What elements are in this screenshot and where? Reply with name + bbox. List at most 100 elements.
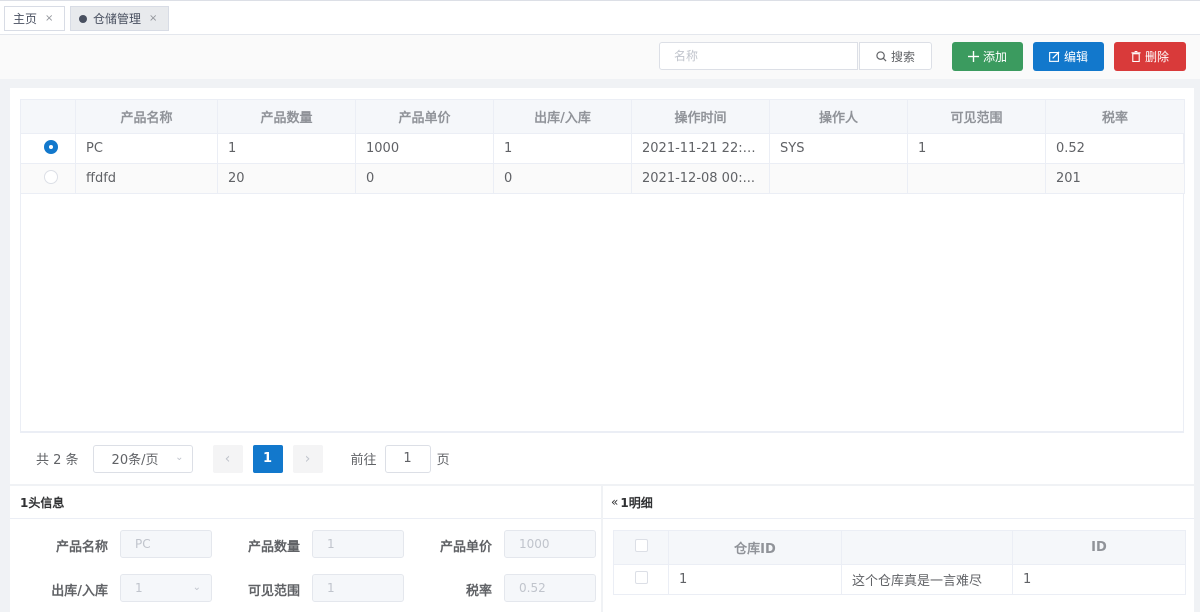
io-select[interactable]: 1 ⌄ <box>120 574 212 602</box>
next-page-button[interactable]: › <box>292 444 323 473</box>
collapse-icon[interactable]: « <box>611 495 618 509</box>
table-row[interactable]: PC 1 1000 1 2021-11-21 22:4... SYS 1 0.5… <box>20 133 1185 164</box>
panel-title: 1头信息 <box>10 486 601 519</box>
goto-page-input[interactable]: 1 <box>384 444 431 473</box>
search-button-label: 搜索 <box>890 49 915 64</box>
table-row[interactable]: 1 这个仓库真是一言难尽 1 <box>613 564 1186 595</box>
table-cell: 1 <box>668 564 842 595</box>
main-panel: 产品名称 产品数量 产品单价 出库/入库 操作时间 操作人 可见范围 税率 PC… <box>10 88 1194 484</box>
search-button[interactable]: 搜索 <box>859 42 932 70</box>
column-header[interactable]: 产品单价 <box>355 99 494 134</box>
column-header[interactable]: 操作人 <box>769 99 908 134</box>
row-select-cell[interactable] <box>20 133 76 164</box>
table-cell: 1 <box>1012 564 1186 595</box>
tab-home[interactable]: 主页 × <box>4 6 65 31</box>
column-header[interactable]: 产品名称 <box>75 99 218 134</box>
column-header[interactable]: 税率 <box>1045 99 1185 134</box>
add-button-label: 添加 <box>982 50 1007 64</box>
detail-panel-header: « 1明细 <box>603 486 1194 519</box>
delete-button[interactable]: 删除 <box>1114 42 1186 71</box>
table-cell: PC <box>75 133 218 164</box>
page-number-current[interactable]: 1 <box>252 444 283 473</box>
select-all-cell[interactable] <box>613 530 669 565</box>
field-label: 产品单价 <box>439 540 492 555</box>
prev-page-button[interactable]: ‹ <box>212 444 243 473</box>
field-label: 税率 <box>465 584 492 599</box>
pagination-total: 共 2 条 <box>36 453 79 468</box>
row-select-cell[interactable] <box>20 163 76 194</box>
search-icon <box>876 50 887 62</box>
column-header[interactable]: ID <box>1012 530 1186 565</box>
tab-warehouse-label: 仓储管理 <box>93 12 142 26</box>
column-header[interactable]: 操作时间 <box>631 99 770 134</box>
table-cell: 1 <box>907 133 1046 164</box>
chevron-right-icon: › <box>304 450 311 467</box>
tax-field[interactable]: 0.52 <box>504 574 596 602</box>
field-label: 可见范围 <box>247 584 300 599</box>
column-header[interactable]: 出库/入库 <box>493 99 632 134</box>
head-info-panel: 1头信息 产品名称 PC 产品数量 1 产品单价 1000 出库/入库 1 ⌄ … <box>10 486 601 612</box>
select-column-header <box>20 99 76 134</box>
pagination: 共 2 条 20条/页 ⌄ ‹ 1 › 前往 1 页 <box>20 432 1184 484</box>
table-cell: SYS <box>769 133 908 164</box>
edit-button-label: 编辑 <box>1063 50 1088 64</box>
table-cell: 1 <box>493 133 632 164</box>
tab-warehouse[interactable]: 仓储管理 × <box>70 6 169 31</box>
product-qty-field[interactable]: 1 <box>312 530 404 558</box>
trash-icon <box>1131 51 1141 62</box>
column-header[interactable]: 可见范围 <box>907 99 1046 134</box>
edit-icon <box>1049 51 1060 62</box>
panel-title: 1明细 <box>620 495 653 510</box>
column-header[interactable] <box>841 530 1013 565</box>
chevron-left-icon: ‹ <box>224 450 231 467</box>
toolbar: 名称 搜索 添加 编辑 删除 <box>0 35 1200 79</box>
add-button[interactable]: 添加 <box>952 42 1023 71</box>
table-cell: ffdfd <box>75 163 218 194</box>
table-cell: 1 <box>217 133 356 164</box>
detail-table: 仓库ID ID 1 这个仓库真是一言难尽 1 <box>613 530 1186 595</box>
active-dot-icon <box>79 14 87 23</box>
product-name-field[interactable]: PC <box>120 530 212 558</box>
field-label: 出库/入库 <box>51 584 108 599</box>
radio-unselected[interactable] <box>43 169 58 184</box>
column-header[interactable]: 仓库ID <box>668 530 842 565</box>
plus-icon <box>967 51 979 62</box>
column-header[interactable]: 产品数量 <box>217 99 356 134</box>
table-cell <box>907 163 1046 194</box>
checkbox[interactable] <box>634 539 648 552</box>
page-size-value: 20条/页 <box>111 453 159 468</box>
table-header-row: 仓库ID ID <box>613 530 1186 565</box>
chevron-down-icon: ⌄ <box>192 582 201 593</box>
goto-label: 前往 <box>350 453 377 468</box>
table-cell: 2021-12-08 00:... <box>631 163 770 194</box>
chevron-down-icon: ⌄ <box>175 451 184 463</box>
table-cell: 1000 <box>355 133 494 164</box>
table-cell: 0 <box>493 163 632 194</box>
tab-home-label: 主页 <box>13 12 38 26</box>
table-cell: 0.52 <box>1045 133 1185 164</box>
table-cell: 2021-11-21 22:4... <box>631 133 770 164</box>
radio-selected[interactable] <box>43 139 58 154</box>
field-label: 产品数量 <box>247 540 300 555</box>
page-suffix-label: 页 <box>436 453 450 468</box>
page-size-select[interactable]: 20条/页 ⌄ <box>92 444 193 473</box>
search-input[interactable]: 名称 <box>659 42 858 70</box>
product-price-field[interactable]: 1000 <box>504 530 596 558</box>
table-cell: 0 <box>355 163 494 194</box>
table-row[interactable]: ffdfd 20 0 0 2021-12-08 00:... 201 <box>20 163 1185 194</box>
scope-field[interactable]: 1 <box>312 574 404 602</box>
table-header-row: 产品名称 产品数量 产品单价 出库/入库 操作时间 操作人 可见范围 税率 <box>20 99 1185 134</box>
checkbox[interactable] <box>634 571 648 584</box>
table-cell <box>769 163 908 194</box>
close-icon[interactable]: × <box>45 13 53 24</box>
field-label: 产品名称 <box>55 540 108 555</box>
detail-panel: « 1明细 仓库ID ID 1 这个仓库真是一言难尽 1 <box>603 486 1194 612</box>
row-select-cell[interactable] <box>613 564 669 595</box>
tab-bar: 主页 × 仓储管理 × <box>0 0 1200 35</box>
product-table: 产品名称 产品数量 产品单价 出库/入库 操作时间 操作人 可见范围 税率 PC… <box>20 99 1185 194</box>
edit-button[interactable]: 编辑 <box>1033 42 1104 71</box>
io-select-value: 1 <box>135 581 143 595</box>
table-cell: 20 <box>217 163 356 194</box>
close-icon[interactable]: × <box>149 13 157 24</box>
delete-button-label: 删除 <box>1144 50 1169 64</box>
